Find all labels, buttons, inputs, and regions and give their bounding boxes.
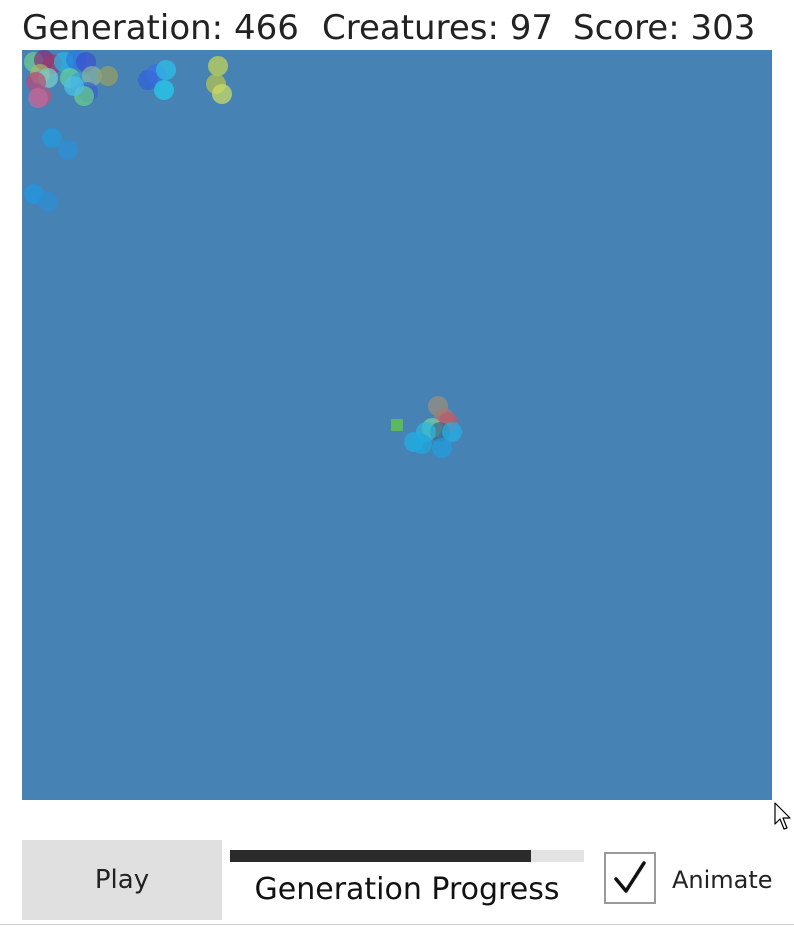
creature [42, 128, 62, 148]
mouse-pointer-icon [774, 802, 791, 830]
creature [432, 438, 452, 458]
play-button[interactable]: Play [22, 840, 222, 920]
score-label: Score: [573, 8, 680, 48]
creature [98, 66, 118, 86]
creature [154, 80, 174, 100]
generation-stat: Generation: 466 [22, 6, 299, 50]
generation-progress-fill [230, 850, 531, 862]
checkmark-icon [614, 861, 646, 893]
bottom-divider [0, 924, 794, 925]
generation-value: 466 [233, 8, 299, 48]
animate-label: Animate [672, 866, 773, 894]
creature [412, 434, 432, 454]
generation-progress-bar [230, 850, 584, 862]
score-stat: Score: 303 [573, 6, 755, 50]
animate-checkbox[interactable] [604, 852, 656, 904]
simulation-canvas[interactable] [22, 50, 772, 800]
creatures-value: 97 [509, 8, 554, 48]
creature [58, 140, 78, 160]
creature [38, 192, 58, 212]
generation-label: Generation: [22, 8, 224, 48]
score-value: 303 [690, 8, 756, 48]
food-item [391, 419, 403, 431]
creatures-label: Creatures: [322, 8, 499, 48]
generation-progress-label: Generation Progress [254, 872, 560, 907]
creature [208, 56, 228, 76]
creature [28, 88, 48, 108]
creature [212, 84, 232, 104]
creature [64, 76, 84, 96]
controls-bar: Play Generation Progress Animate [0, 838, 794, 922]
simulation-svg [24, 50, 462, 458]
creatures-stat: Creatures: 97 [322, 6, 553, 50]
creature [156, 60, 176, 80]
